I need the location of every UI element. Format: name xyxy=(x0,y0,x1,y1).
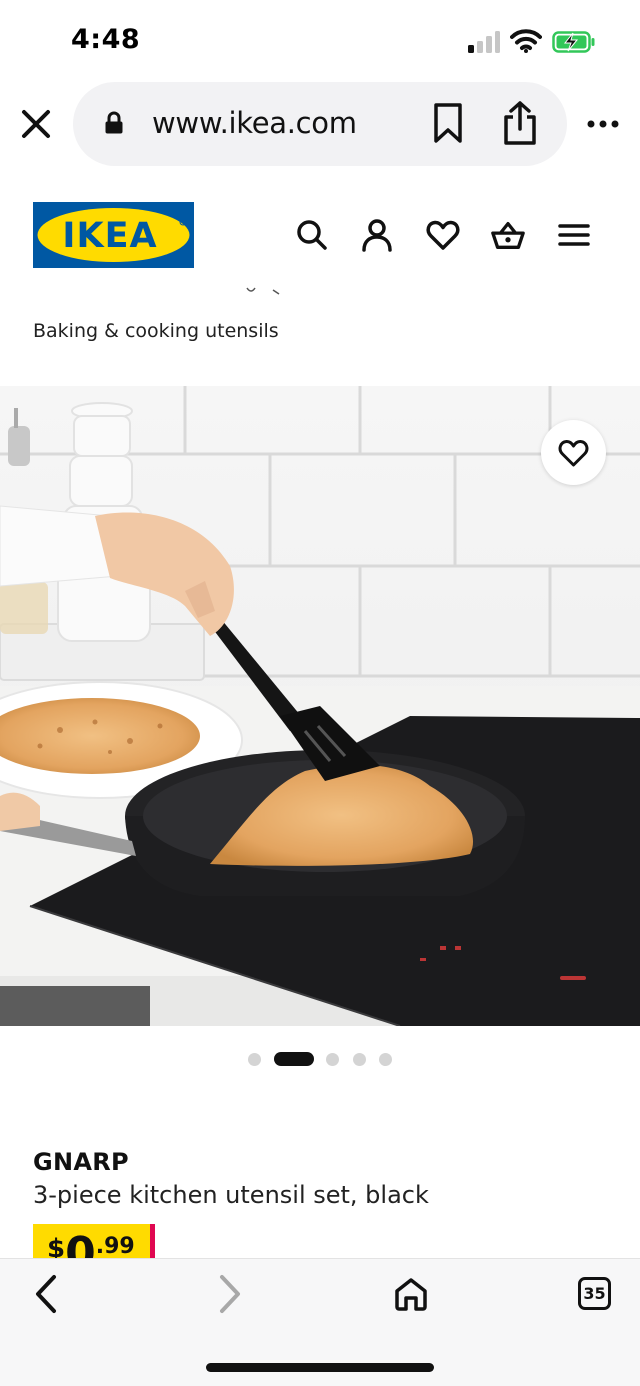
carousel-dot[interactable] xyxy=(326,1053,339,1066)
share-icon[interactable] xyxy=(500,100,540,146)
cellular-signal-icon xyxy=(468,31,500,53)
home-icon[interactable] xyxy=(393,1276,429,1312)
search-icon[interactable] xyxy=(294,217,330,253)
ikea-logo[interactable]: IKEA xyxy=(33,202,194,268)
account-icon[interactable] xyxy=(359,217,395,253)
product-image[interactable] xyxy=(0,386,640,1026)
forward-icon[interactable] xyxy=(212,1274,246,1314)
carousel-dot[interactable] xyxy=(379,1053,392,1066)
price-integer: 0 xyxy=(65,1228,96,1261)
carousel-dot-active[interactable] xyxy=(274,1052,314,1066)
favorite-button[interactable] xyxy=(541,420,606,485)
carousel-dot[interactable] xyxy=(353,1053,366,1066)
price-text: $0.99 xyxy=(47,1232,135,1261)
bookmark-icon[interactable] xyxy=(430,102,466,144)
price-accent-bar xyxy=(150,1224,155,1260)
wifi-icon xyxy=(510,29,542,53)
carousel-dot[interactable] xyxy=(248,1053,261,1066)
url-text[interactable]: www.ikea.com xyxy=(152,106,357,140)
close-icon[interactable] xyxy=(16,104,56,144)
product-name: GNARP xyxy=(33,1148,129,1176)
status-time: 4:48 xyxy=(71,24,141,55)
more-icon[interactable] xyxy=(586,114,620,134)
tabs-icon[interactable]: 35 xyxy=(578,1277,611,1310)
menu-icon[interactable] xyxy=(556,217,592,253)
status-bar: 4:48 xyxy=(0,0,640,80)
product-description: 3-piece kitchen utensil set, black xyxy=(33,1181,429,1209)
battery-charging-icon xyxy=(552,31,595,53)
price-decimal: .99 xyxy=(95,1234,135,1259)
home-indicator xyxy=(206,1363,434,1372)
favorites-icon[interactable] xyxy=(425,217,461,253)
breadcrumb-partial-line xyxy=(246,287,280,295)
basket-icon[interactable] xyxy=(490,217,526,253)
heart-icon xyxy=(558,439,589,467)
back-icon[interactable] xyxy=(30,1274,64,1314)
price-tag: $0.99 xyxy=(33,1224,150,1260)
lock-icon xyxy=(105,111,123,134)
price-currency: $ xyxy=(47,1234,66,1260)
breadcrumb-current[interactable]: Baking & cooking utensils xyxy=(33,320,279,342)
ikea-logo-text: IKEA xyxy=(62,216,157,256)
carousel-indicator[interactable] xyxy=(0,1052,640,1068)
